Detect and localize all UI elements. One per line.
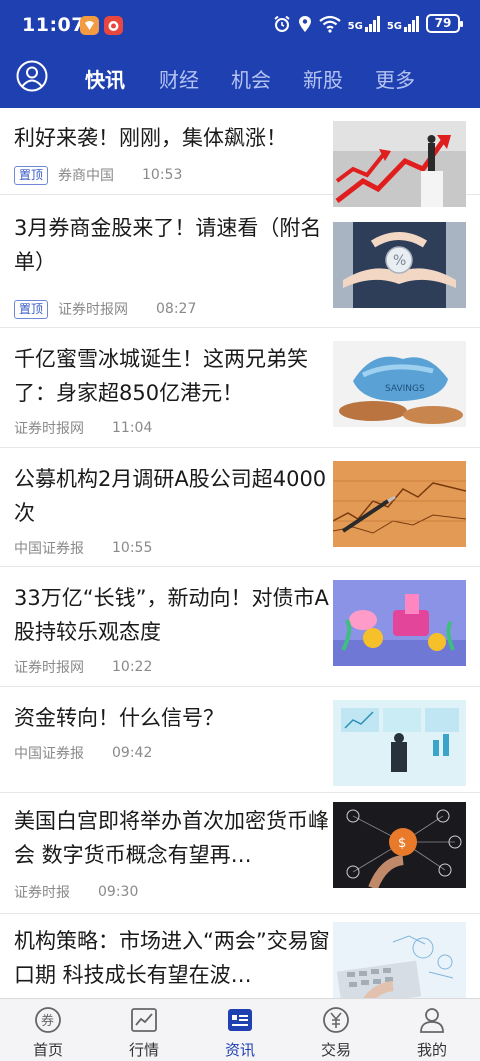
nav-label: 我的 <box>416 1041 447 1059</box>
news-thumbnail <box>333 700 466 786</box>
news-source: 券商中国 <box>58 168 115 184</box>
bottom-navigation: 券 首页 行情 资讯 交易 我的 <box>0 998 480 1061</box>
category-tabs: 快讯 财经 机会 新股 更多 <box>0 50 480 108</box>
svg-text:SAVINGS: SAVINGS <box>385 384 425 394</box>
news-meta: 置顶 券商中国 10:53 <box>14 165 182 185</box>
nav-trade[interactable]: 交易 <box>288 999 384 1061</box>
news-time: 08:27 <box>156 301 197 317</box>
news-title: 美国白宫即将举办首次加密货币峰会 数字货币概念有望再… <box>14 809 329 867</box>
news-source: 证券时报网 <box>14 660 84 676</box>
news-source: 证券时报网 <box>14 421 84 437</box>
app-notification-icon <box>80 16 99 35</box>
news-time: 09:42 <box>112 745 153 761</box>
news-title: 机构策略：市场进入“两会”交易窗口期 科技成长有望在波… <box>14 929 330 987</box>
svg-text:券: 券 <box>41 1013 54 1029</box>
news-feed: 利好来袭！刚刚，集体飙涨！ 置顶 券商中国 10:53 3月券商金股来了！请速看… <box>0 108 480 998</box>
nav-home[interactable]: 券 首页 <box>0 999 96 1061</box>
status-indicators: 5G 5G 79 <box>273 14 463 33</box>
coupon-icon: 券 <box>35 1007 61 1033</box>
nav-label: 资讯 <box>224 1041 255 1059</box>
app-notification-icon <box>104 16 123 35</box>
svg-text:$: $ <box>398 836 406 851</box>
news-thumbnail: SAVINGS <box>333 341 466 427</box>
news-source: 中国证券报 <box>14 746 84 762</box>
nav-label: 行情 <box>128 1041 159 1059</box>
news-title: 33万亿“长钱”，新动向！对债市A股持较乐观态度 <box>14 586 329 644</box>
nav-mine[interactable]: 我的 <box>384 999 480 1061</box>
battery-indicator: 79 <box>426 14 463 33</box>
tab-caijing[interactable]: 财经 <box>159 64 199 93</box>
nav-label: 交易 <box>320 1041 351 1059</box>
news-thumbnail <box>333 461 466 547</box>
news-item[interactable]: 利好来袭！刚刚，集体飙涨！ 置顶 券商中国 10:53 <box>0 108 480 207</box>
signal-bars-icon <box>364 15 380 32</box>
status-bar: 11:07 5G 5G 79 <box>0 0 480 50</box>
news-time: 10:55 <box>112 540 153 556</box>
news-title: 3月券商金股来了！请速看（附名单） <box>14 216 322 274</box>
news-meta: 证券时报 09:30 <box>14 882 138 902</box>
news-thumbnail <box>333 922 466 998</box>
nav-news[interactable]: 资讯 <box>192 999 288 1061</box>
news-thumbnail: % <box>333 222 466 308</box>
cellular-signal-2: 5G <box>387 15 419 32</box>
news-item[interactable]: 机构策略：市场进入“两会”交易窗口期 科技成长有望在波… <box>0 914 480 998</box>
nav-market[interactable]: 行情 <box>96 999 192 1061</box>
news-icon <box>228 1009 252 1031</box>
news-item[interactable]: 3月券商金股来了！请速看（附名单） 置顶 证券时报网 08:27 % <box>0 195 480 328</box>
news-time: 11:04 <box>112 420 153 436</box>
alarm-icon <box>274 15 290 32</box>
news-title: 资金转向！什么信号？ <box>14 706 224 730</box>
tab-gengduo[interactable]: 更多 <box>375 64 415 93</box>
news-meta: 中国证券报 09:42 <box>14 743 152 763</box>
news-time: 09:30 <box>98 884 139 900</box>
cellular-signal-1: 5G <box>348 15 380 32</box>
svg-text:%: % <box>393 253 406 269</box>
news-time: 10:22 <box>112 659 153 675</box>
news-title: 利好来袭！刚刚，集体飙涨！ <box>14 126 287 150</box>
news-thumbnail: $ <box>333 802 466 888</box>
news-item[interactable]: 资金转向！什么信号？ 中国证券报 09:42 <box>0 687 480 793</box>
location-icon <box>298 15 311 32</box>
news-item[interactable]: 美国白宫即将举办首次加密货币峰会 数字货币概念有望再… 证券时报 09:30 $ <box>0 793 480 914</box>
news-item[interactable]: 千亿蜜雪冰城诞生！这两兄弟笑了：身家超850亿港元！ 证券时报网 11:04 S… <box>0 328 480 448</box>
news-item[interactable]: 公募机构2月调研A股公司超4000次 中国证券报 10:55 <box>0 448 480 567</box>
news-meta: 证券时报网 10:22 <box>14 657 152 677</box>
news-source: 中国证券报 <box>14 541 84 557</box>
top-navigation: 快讯 财经 机会 新股 更多 <box>0 50 480 108</box>
tab-jihui[interactable]: 机会 <box>231 64 271 93</box>
nav-label: 首页 <box>32 1041 63 1059</box>
news-title: 千亿蜜雪冰城诞生！这两兄弟笑了：身家超850亿港元！ <box>14 347 308 405</box>
user-icon <box>420 1008 444 1033</box>
news-time: 10:53 <box>142 167 183 183</box>
tab-xingu[interactable]: 新股 <box>303 64 343 93</box>
news-meta: 置顶 证券时报网 08:27 <box>14 299 196 319</box>
signal-bars-icon <box>404 15 419 32</box>
tab-kuaixun[interactable]: 快讯 <box>85 64 125 93</box>
pinned-badge: 置顶 <box>14 299 49 319</box>
news-thumbnail <box>333 580 466 666</box>
news-item[interactable]: 33万亿“长钱”，新动向！对债市A股持较乐观态度 证券时报网 10:22 <box>0 567 480 687</box>
chart-icon <box>131 1008 157 1032</box>
news-title: 公募机构2月调研A股公司超4000次 <box>14 467 327 525</box>
news-meta: 证券时报网 11:04 <box>14 418 152 438</box>
status-time: 11:07 <box>22 14 85 36</box>
news-source: 证券时报网 <box>58 302 129 318</box>
news-meta: 中国证券报 10:55 <box>14 538 152 558</box>
yen-icon <box>323 1007 349 1033</box>
news-source: 证券时报 <box>14 885 70 901</box>
wifi-icon <box>318 15 341 33</box>
pinned-badge: 置顶 <box>14 165 49 185</box>
